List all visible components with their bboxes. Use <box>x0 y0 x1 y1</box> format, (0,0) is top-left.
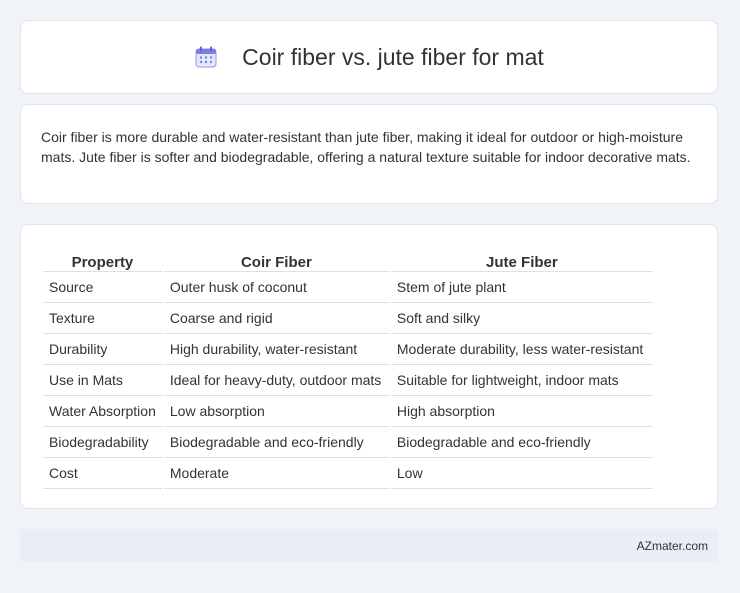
cell-property: Biodegradability <box>43 427 162 458</box>
cell-jute: Stem of jute plant <box>390 272 653 303</box>
cell-coir: Outer husk of coconut <box>163 272 389 303</box>
table-row: Source Outer husk of coconut Stem of jut… <box>43 272 653 303</box>
column-header-coir-fiber: Coir Fiber <box>163 245 389 272</box>
cell-coir: Ideal for heavy-duty, outdoor mats <box>163 365 389 396</box>
column-header-property: Property <box>43 245 162 272</box>
cell-property: Water Absorption <box>43 396 162 427</box>
calendar-icon <box>194 45 218 69</box>
cell-property: Durability <box>43 334 162 365</box>
table-row: Durability High durability, water-resist… <box>43 334 653 365</box>
cell-property: Cost <box>43 458 162 489</box>
summary-text: Coir fiber is more durable and water-res… <box>41 129 691 165</box>
cell-property: Source <box>43 272 162 303</box>
column-header-jute-fiber: Jute Fiber <box>390 245 653 272</box>
cell-property: Use in Mats <box>43 365 162 396</box>
footer-site-link[interactable]: AZmater.com <box>637 539 708 553</box>
summary-card: Coir fiber is more durable and water-res… <box>20 104 718 204</box>
cell-jute: High absorption <box>390 396 653 427</box>
cell-jute: Soft and silky <box>390 303 653 334</box>
title-card: Coir fiber vs. jute fiber for mat <box>20 20 718 94</box>
cell-coir: High durability, water-resistant <box>163 334 389 365</box>
cell-jute: Low <box>390 458 653 489</box>
table-row: Cost Moderate Low <box>43 458 653 489</box>
comparison-table-card: Property Coir Fiber Jute Fiber Source Ou… <box>20 224 718 509</box>
cell-coir: Low absorption <box>163 396 389 427</box>
cell-coir: Moderate <box>163 458 389 489</box>
cell-jute: Moderate durability, less water-resistan… <box>390 334 653 365</box>
cell-coir: Coarse and rigid <box>163 303 389 334</box>
cell-jute: Biodegradable and eco-friendly <box>390 427 653 458</box>
table-row: Texture Coarse and rigid Soft and silky <box>43 303 653 334</box>
table-row: Water Absorption Low absorption High abs… <box>43 396 653 427</box>
table-row: Biodegradability Biodegradable and eco-f… <box>43 427 653 458</box>
page-title: Coir fiber vs. jute fiber for mat <box>242 43 544 70</box>
cell-property: Texture <box>43 303 162 334</box>
cell-coir: Biodegradable and eco-friendly <box>163 427 389 458</box>
table-row: Use in Mats Ideal for heavy-duty, outdoo… <box>43 365 653 396</box>
cell-jute: Suitable for lightweight, indoor mats <box>390 365 653 396</box>
footer-bar: AZmater.com <box>20 529 718 562</box>
comparison-table: Property Coir Fiber Jute Fiber Source Ou… <box>41 245 655 489</box>
table-header-row: Property Coir Fiber Jute Fiber <box>43 245 653 272</box>
